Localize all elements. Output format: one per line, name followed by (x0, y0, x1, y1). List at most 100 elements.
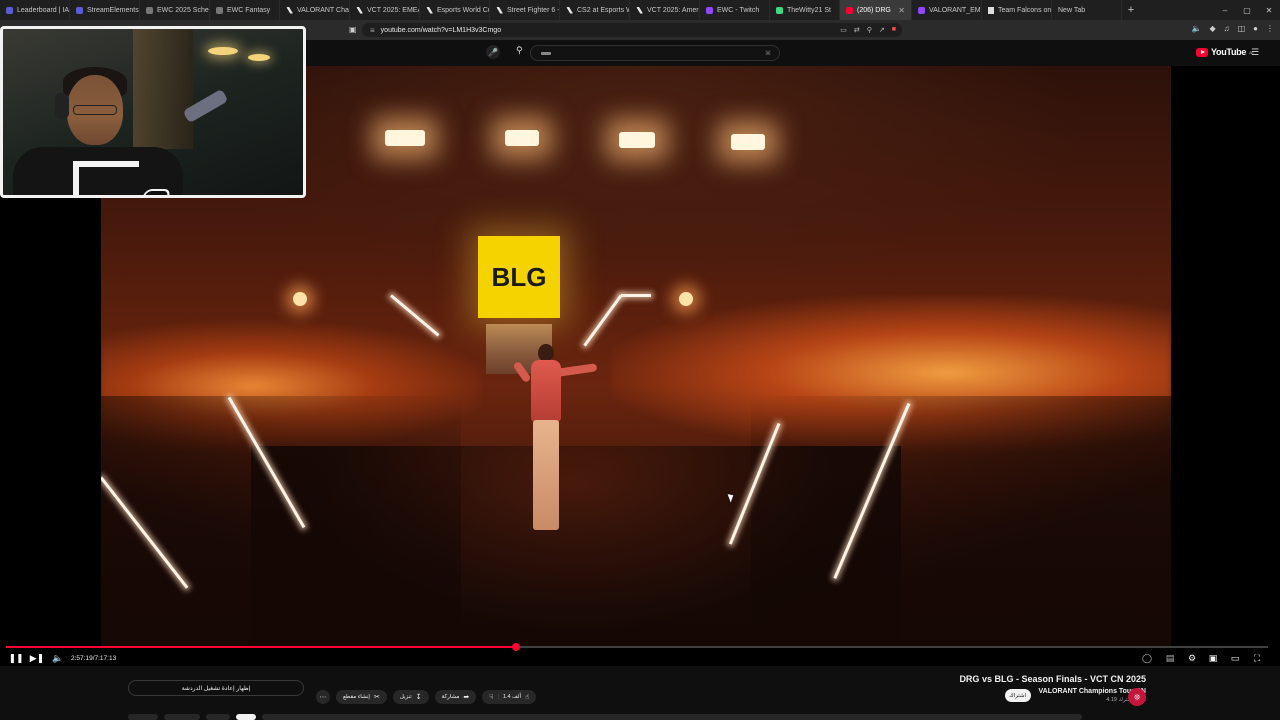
browser-tab-label: VALORANT_EMEA (929, 6, 981, 14)
browser-tab[interactable]: VALORANT_EMEA (912, 0, 982, 20)
channel-row: اشتراك VALORANT Champions Tour CN 4.19 أ… (1004, 688, 1146, 703)
settings-gear-icon[interactable]: ⚙ (1186, 650, 1198, 666)
browser-tab[interactable]: VCT 2025: EMEA (350, 0, 420, 20)
subscribe-button[interactable]: اشتراك (1004, 689, 1031, 702)
light-rail (621, 294, 651, 297)
browser-tab-label: VALORANT Challe (297, 6, 350, 14)
chip[interactable] (206, 714, 230, 720)
browser-tab-label: CS2 at Esports W (577, 6, 630, 14)
glasses (73, 105, 117, 115)
x-icon (988, 6, 994, 14)
twitch-icon (706, 6, 713, 14)
keyboard-icon[interactable]: ⌘ (765, 50, 771, 57)
browser-tab[interactable]: (206) DRG ✕ (840, 0, 912, 20)
browser-tab[interactable]: Street Fighter 6 - (490, 0, 560, 20)
stage-spotlight (293, 292, 307, 306)
autoplay-toggle-icon[interactable]: ◯ (1140, 650, 1154, 666)
pause-icon[interactable]: ❚❚ (8, 650, 23, 666)
chip[interactable] (236, 714, 256, 720)
browser-tab[interactable]: VALORANT Challe (280, 0, 350, 20)
clip-button[interactable]: إنشاء مقطع ✂ (336, 690, 387, 704)
media-icon[interactable]: ♫ (1224, 24, 1230, 33)
youtube-logo[interactable]: YouTube AE (1196, 47, 1254, 57)
progress-bar[interactable] (6, 643, 1268, 651)
youtube-play-icon (1196, 47, 1208, 57)
divider: | (497, 694, 499, 700)
bookmark-icon[interactable]: ▣ (349, 25, 357, 34)
minimize-button[interactable]: – (1214, 0, 1236, 20)
blg-sign: BLG (478, 236, 560, 318)
subtitles-icon[interactable]: ▤ (1164, 650, 1176, 666)
new-tab-button[interactable]: + (1122, 0, 1140, 20)
translate-icon[interactable]: ⇄ (854, 26, 860, 34)
browser-tab[interactable]: Leaderboard | IAM (0, 0, 70, 20)
browser-tab[interactable]: Team Falcons on (982, 0, 1052, 20)
browser-tab-label: StreamElements (87, 6, 139, 14)
volume-icon[interactable]: 🔈 (52, 650, 64, 666)
browser-tab-label: EWC Fantasy (227, 6, 271, 14)
video-info-area: إظهار إعادة تشغيل الدردشة ⋯ إنشاء مقطع ✂ … (0, 666, 1280, 720)
video-title: DRG vs BLG - Season Finals - VCT CN 2025 (959, 674, 1146, 684)
player-legs (533, 420, 559, 530)
search-icon[interactable]: ⚲ (516, 45, 523, 56)
browser-tab[interactable]: New Tab (1052, 0, 1122, 20)
voice-search-icon[interactable]: 🎤 (486, 45, 500, 59)
webcam-curtain (133, 29, 193, 149)
chip[interactable] (164, 714, 200, 720)
youtube-logo-text: YouTube (1211, 47, 1247, 57)
site-info-icon[interactable]: ≡ (370, 26, 375, 35)
like-icon[interactable]: ☝ (525, 693, 529, 701)
blue-square-icon (6, 6, 13, 14)
share-icon[interactable]: ↗ (879, 26, 885, 34)
search-input[interactable]: ⌘ (530, 45, 780, 61)
browser-tab-label: VCT 2025: Americ (647, 6, 700, 14)
browser-tab[interactable]: TheWitty21 St (770, 0, 840, 20)
download-button[interactable]: تنزيل ↧ (392, 690, 429, 704)
channel-avatar[interactable]: ❊ (1128, 688, 1146, 706)
browser-tab[interactable]: CS2 at Esports W (560, 0, 630, 20)
browser-tab-label: TheWitty21 St (787, 6, 831, 14)
description-box[interactable] (262, 714, 1082, 720)
toolbar-icons: 🔈 ◆ ♫ ◫ ● ⋮ (1191, 24, 1274, 33)
stage-light (505, 130, 539, 146)
browser-tab[interactable]: StreamElements (70, 0, 140, 20)
extension-icon[interactable]: ■ (892, 26, 896, 34)
url-field[interactable]: ≡ youtube.com/watch?v=LM1H3v3Cmgo ▭ ⇄ ⚲ … (362, 23, 902, 37)
browser-tab[interactable]: EWC 2025 Schedu (140, 0, 210, 20)
ewc-icon (216, 6, 223, 14)
profile-icon[interactable]: ● (1253, 24, 1258, 33)
stage-light (385, 130, 425, 146)
webcam-lamp (248, 54, 270, 61)
hamburger-menu-icon[interactable]: ☰ (1251, 47, 1259, 58)
extension-puzzle-icon[interactable]: ◆ (1209, 24, 1215, 33)
browser-tab[interactable]: VCT 2025: Americ (630, 0, 700, 20)
zoom-icon[interactable]: ⚲ (867, 26, 872, 34)
next-icon[interactable]: ▶❚ (30, 650, 44, 666)
browser-tab[interactable]: EWC Fantasy (210, 0, 280, 20)
browser-tab-label: Team Falcons on (998, 6, 1052, 14)
browser-tab[interactable]: Esports World Cu (420, 0, 490, 20)
cast-icon[interactable]: ▭ (840, 26, 847, 34)
chat-replay-button[interactable]: إظهار إعادة تشغيل الدردشة (128, 680, 304, 696)
fullscreen-icon[interactable]: ⛶ (1251, 650, 1263, 666)
player-walking (512, 344, 598, 544)
browser-tab[interactable]: EWC - Twitch (700, 0, 770, 20)
chip[interactable] (128, 714, 158, 720)
menu-icon[interactable]: ⋮ (1266, 24, 1274, 33)
barrier-left (101, 396, 461, 646)
more-actions-icon[interactable]: ⋯ (316, 690, 330, 704)
share-button[interactable]: مشاركة ➦ (434, 690, 477, 704)
close-tab-icon[interactable]: ✕ (898, 6, 905, 15)
green-icon (776, 6, 783, 14)
maximize-button[interactable]: ▢ (1236, 0, 1258, 20)
browser-tab-label: Esports World Cu (437, 6, 490, 14)
valorant-icon (496, 6, 503, 14)
close-window-button[interactable]: ✕ (1258, 0, 1280, 20)
sidebar-icon[interactable]: ◫ (1238, 24, 1246, 33)
dislike-icon[interactable]: ☟ (489, 693, 493, 701)
theater-mode-icon[interactable]: ▭ (1229, 650, 1241, 666)
valorant-icon (286, 6, 293, 14)
progress-fill (6, 646, 517, 648)
volume-icon[interactable]: 🔈 (1191, 24, 1201, 33)
miniplayer-icon[interactable]: ▣ (1207, 650, 1219, 666)
